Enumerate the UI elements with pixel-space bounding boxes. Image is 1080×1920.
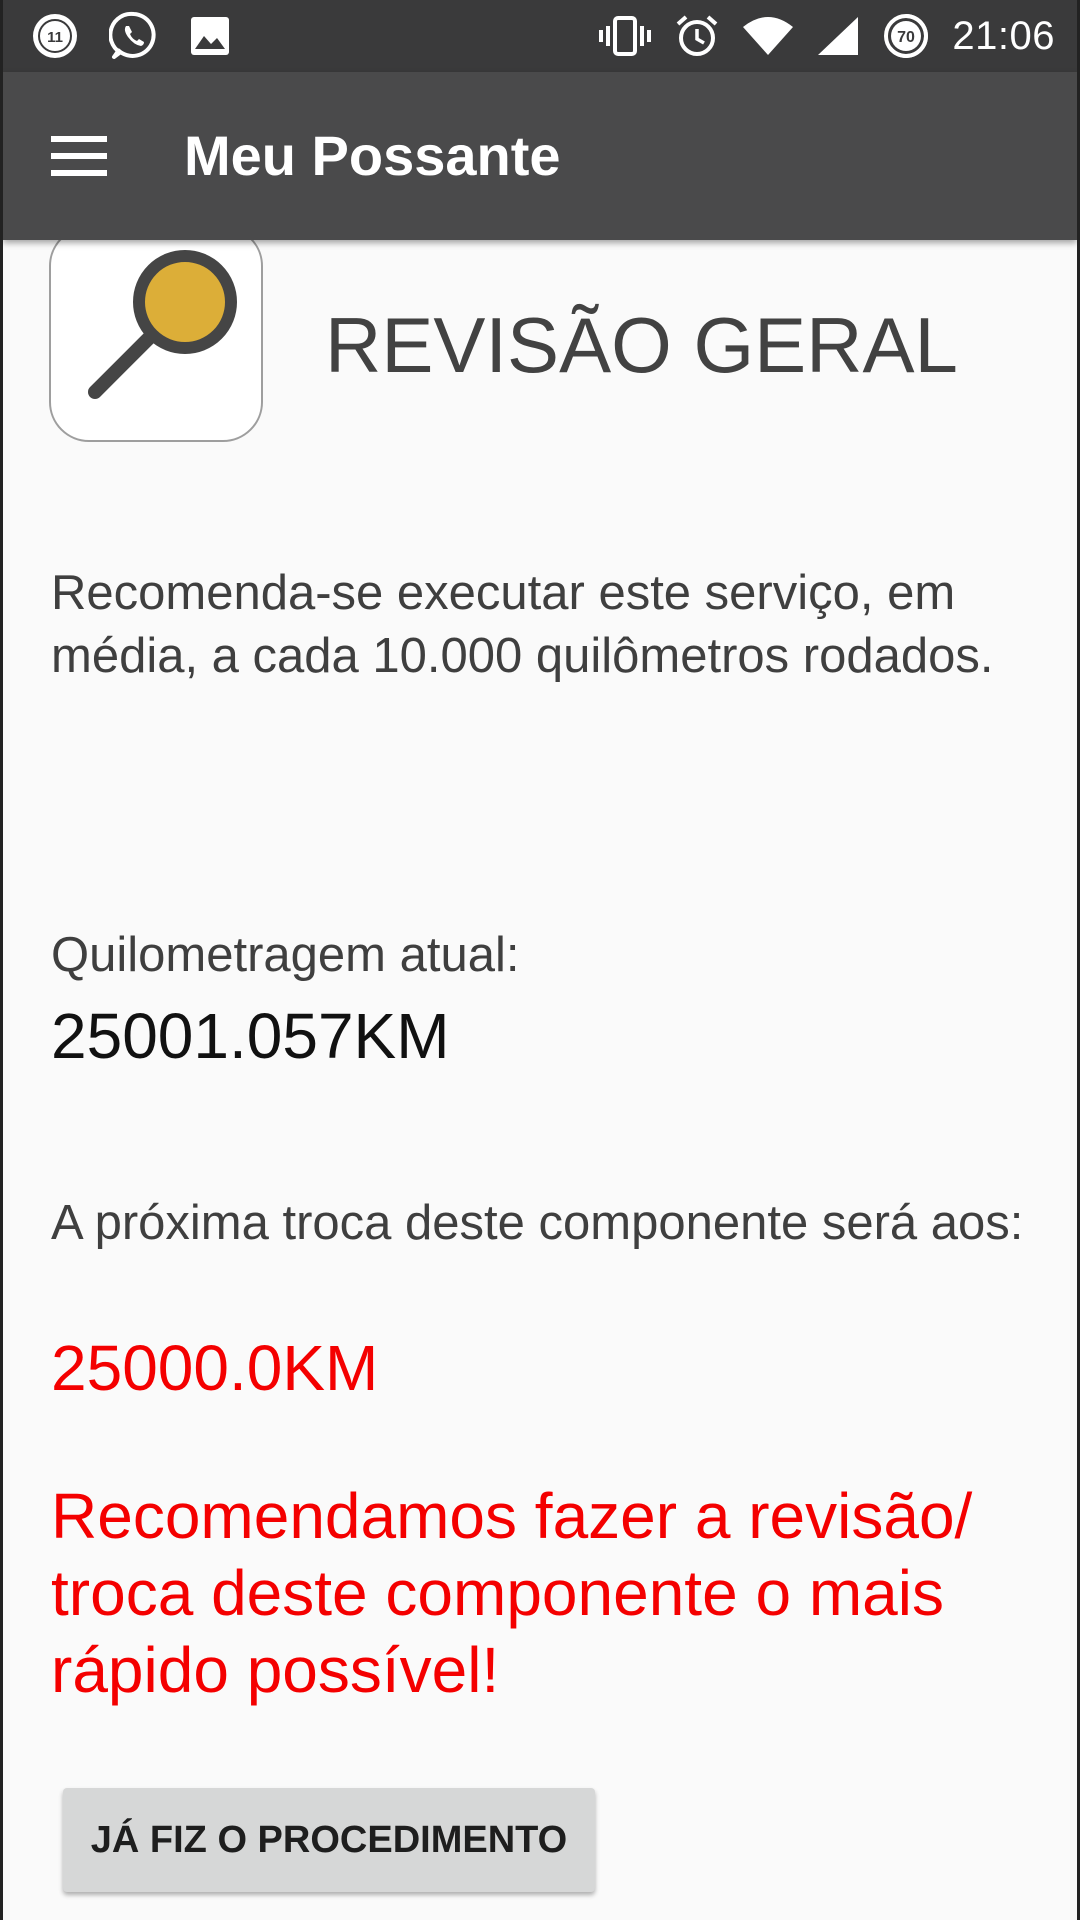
vibrate-icon (598, 14, 652, 58)
status-right-icons: 70 21:06 (598, 0, 1055, 72)
app-bar: Meu Possante (3, 72, 1077, 240)
service-description: Recomenda-se executar este serviço, em m… (51, 566, 994, 683)
current-km-value: 25001.057KM (51, 1000, 450, 1072)
notification-count-icon: 11 (31, 12, 79, 60)
done-procedure-button[interactable]: JÁ FIZ O PROCEDIMENTO (63, 1788, 595, 1892)
status-clock: 21:06 (952, 13, 1055, 58)
alarm-icon (674, 13, 720, 59)
wifi-icon (742, 15, 794, 57)
menu-line (51, 153, 107, 159)
notification-count-text: 11 (47, 29, 63, 46)
battery-level-text: 70 (897, 29, 915, 46)
service-icon (49, 226, 263, 442)
next-change-label: A próxima troca deste componente será ao… (51, 1196, 1024, 1250)
whatsapp-icon (109, 11, 159, 61)
magnifier-icon (88, 250, 237, 399)
hamburger-menu-icon[interactable] (51, 126, 115, 186)
image-icon (189, 15, 231, 57)
menu-line (51, 136, 107, 142)
app-title: Meu Possante (184, 124, 561, 187)
warning-message: Recomendamos fazer a revisão/ troca dest… (51, 1480, 973, 1706)
signal-icon (816, 15, 860, 57)
menu-line (51, 170, 107, 176)
screen: 11 70 21:06 Meu Possante REVISÃO GERAL R… (0, 0, 1080, 1920)
next-change-value: 25000.0KM (51, 1332, 379, 1404)
current-km-label: Quilometragem atual: (51, 928, 520, 982)
status-left-icons: 11 (31, 0, 231, 72)
battery-icon: 70 (882, 12, 930, 60)
service-title: REVISÃO GERAL (325, 301, 958, 389)
status-bar: 11 70 21:06 (3, 0, 1077, 72)
